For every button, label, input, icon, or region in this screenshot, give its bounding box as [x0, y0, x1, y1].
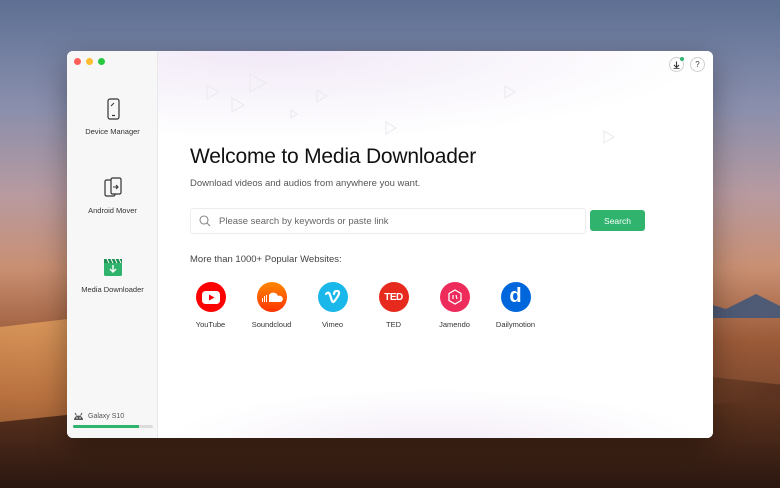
sidebar: Device Manager Android Mover Media Downl…	[67, 51, 158, 438]
site-name: Jamendo	[439, 320, 470, 329]
jamendo-icon	[439, 282, 470, 312]
site-name: Soundcloud	[251, 320, 292, 329]
site-name: Vimeo	[321, 320, 344, 329]
page-title: Welcome to Media Downloader	[190, 145, 477, 168]
device-name: Galaxy S10	[88, 413, 125, 420]
play-decoration-icon	[385, 120, 398, 136]
ted-logo-text: TED	[384, 291, 403, 303]
window-controls	[74, 58, 105, 65]
minimize-button[interactable]	[86, 58, 93, 65]
site-name: YouTube	[195, 320, 226, 329]
sidebar-item-media-downloader[interactable]: Media Downloader	[67, 255, 158, 294]
search-icon	[199, 215, 211, 227]
play-decoration-icon	[249, 72, 268, 94]
site-vimeo[interactable]: Vimeo	[302, 282, 363, 329]
play-decoration-icon	[316, 88, 329, 104]
app-window: Device Manager Android Mover Media Downl…	[67, 51, 713, 438]
main-panel: ? Welcome to Media Downloader Download v…	[158, 51, 713, 438]
notification-dot	[680, 57, 684, 61]
play-decoration-icon	[231, 96, 246, 114]
sidebar-item-device-manager[interactable]: Device Manager	[67, 97, 158, 136]
youtube-icon	[195, 282, 226, 312]
play-decoration-icon	[206, 83, 221, 101]
transfer-icon	[103, 177, 122, 197]
page-subtitle: Download videos and audios from anywhere…	[190, 178, 421, 189]
search-button[interactable]: Search	[590, 210, 645, 231]
download-manager-button[interactable]	[669, 57, 684, 72]
header-actions: ?	[669, 57, 705, 72]
android-icon	[74, 412, 83, 420]
sidebar-item-label: Device Manager	[85, 127, 140, 136]
zoom-button[interactable]	[98, 58, 105, 65]
help-icon: ?	[695, 60, 700, 69]
help-button[interactable]: ?	[690, 57, 705, 72]
dailymotion-logo-text: d	[509, 284, 522, 307]
background-glow-bottom	[158, 388, 713, 438]
site-soundcloud[interactable]: Soundcloud	[241, 282, 302, 329]
play-decoration-icon	[504, 84, 517, 100]
sidebar-item-label: Android Mover	[88, 206, 137, 215]
dailymotion-icon: d	[500, 282, 531, 312]
site-name: TED	[386, 320, 401, 329]
download-clapper-icon	[103, 258, 122, 276]
phone-icon	[106, 98, 120, 120]
sidebar-item-android-mover[interactable]: Android Mover	[67, 176, 158, 215]
ted-icon: TED	[378, 282, 409, 312]
soundcloud-icon	[256, 282, 287, 312]
download-icon	[673, 61, 680, 69]
play-decoration-icon	[603, 129, 616, 145]
vimeo-icon	[317, 282, 348, 312]
sidebar-item-label: Media Downloader	[81, 285, 144, 294]
search-input[interactable]	[219, 212, 579, 230]
search-box	[190, 208, 586, 234]
site-youtube[interactable]: YouTube	[180, 282, 241, 329]
storage-bar-fill	[73, 425, 140, 428]
storage-bar	[73, 425, 153, 428]
close-button[interactable]	[74, 58, 81, 65]
site-dailymotion[interactable]: d Dailymotion	[485, 282, 546, 329]
site-ted[interactable]: TED TED	[363, 282, 424, 329]
popular-sites-label: More than 1000+ Popular Websites:	[190, 254, 342, 265]
device-status[interactable]: Galaxy S10	[73, 412, 153, 428]
site-name: Dailymotion	[495, 320, 536, 329]
site-jamendo[interactable]: Jamendo	[424, 282, 485, 329]
play-decoration-icon	[290, 108, 299, 120]
popular-sites-list: YouTube Soundcloud Vimeo TED TED Jamendo…	[180, 282, 546, 329]
